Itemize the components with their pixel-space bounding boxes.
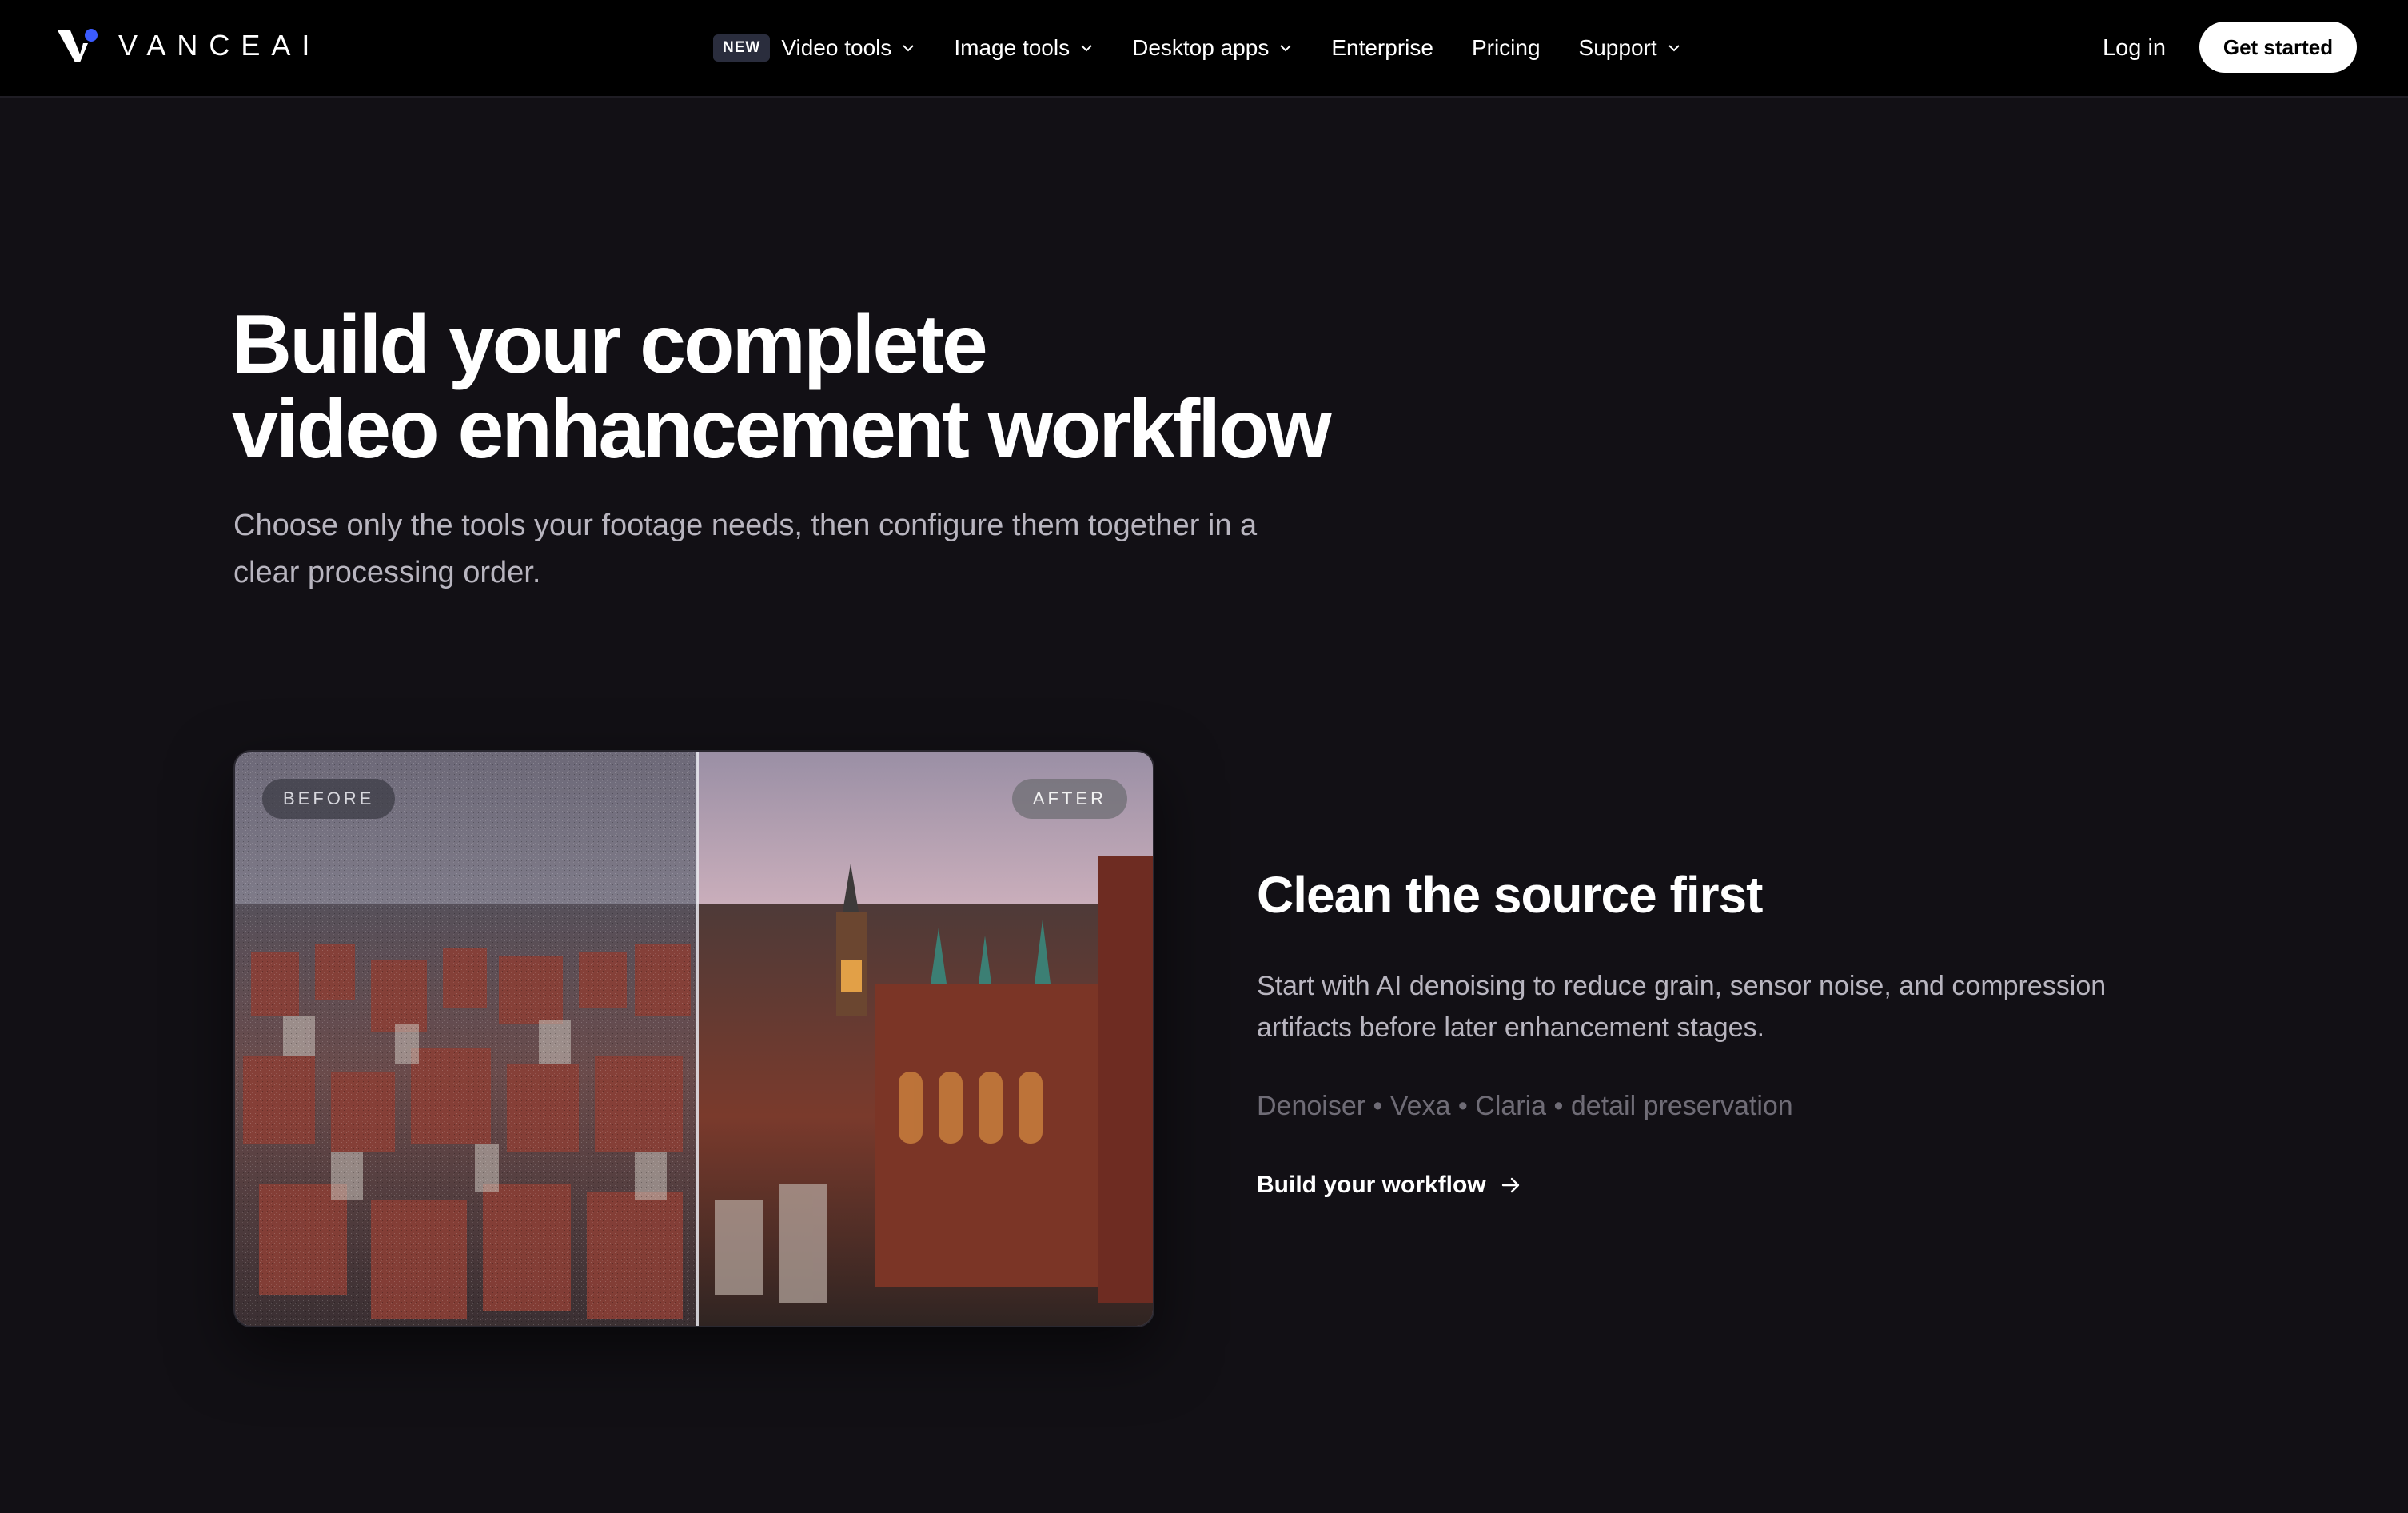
chevron-down-icon xyxy=(1280,45,1292,52)
build-workflow-link[interactable]: Build your workflow xyxy=(1257,1172,1521,1199)
top-navbar: VANCEAI NEW Video tools Image tools Desk… xyxy=(0,0,2408,98)
new-badge: NEW xyxy=(713,34,771,62)
chevron-down-icon xyxy=(903,45,915,52)
brand-name: VANCEAI xyxy=(118,29,321,62)
nav-item-label: Support xyxy=(1578,35,1657,60)
city-aerial-image xyxy=(235,752,1153,1326)
nav-item-video-tools[interactable]: NEW Video tools xyxy=(713,34,915,62)
main-menu: NEW Video tools Image tools Desktop apps… xyxy=(713,27,1681,69)
hero-subtitle: Choose only the tools your footage needs… xyxy=(233,509,1258,589)
after-badge: AFTER xyxy=(1011,779,1127,819)
page: VANCEAI NEW Video tools Image tools Desk… xyxy=(0,0,2408,1513)
nav-item-support[interactable]: Support xyxy=(1579,35,1681,61)
brand-logo[interactable]: VANCEAI xyxy=(56,27,321,64)
nav-item-label: Image tools xyxy=(954,35,1070,60)
nav-item-image-tools[interactable]: Image tools xyxy=(954,35,1094,61)
feature-title: Clean the source first xyxy=(1257,866,1763,924)
login-link[interactable]: Log in xyxy=(2103,30,2166,66)
chevron-down-icon xyxy=(1668,45,1680,52)
get-started-button[interactable]: Get started xyxy=(2199,22,2357,73)
nav-item-label: Pricing xyxy=(1471,35,1541,60)
hero-title-line-1: Build your complete xyxy=(232,298,988,391)
feature-description: Start with AI denoising to reduce grain,… xyxy=(1257,971,2107,1043)
chevron-down-icon xyxy=(1081,45,1092,52)
nav-item-desktop-apps[interactable]: Desktop apps xyxy=(1132,35,1293,61)
nav-item-enterprise[interactable]: Enterprise xyxy=(1331,35,1433,61)
vanceai-logo-icon xyxy=(56,27,101,64)
hero-title-line-2: video enhancement workflow xyxy=(232,383,1332,476)
arrow-right-icon xyxy=(1501,1177,1519,1193)
build-workflow-label: Build your workflow xyxy=(1257,1172,1486,1198)
feature-tags: Denoiser • Vexa • Claria • detail preser… xyxy=(1257,1091,1793,1121)
nav-item-label: Video tools xyxy=(781,35,892,60)
before-after-comparison[interactable]: BEFORE AFTER xyxy=(233,750,1154,1327)
before-badge: BEFORE xyxy=(262,779,396,819)
nav-item-pricing[interactable]: Pricing xyxy=(1472,35,1541,61)
nav-item-label: Desktop apps xyxy=(1132,35,1270,60)
nav-item-label: Enterprise xyxy=(1331,35,1433,60)
hero-title: Build your complete video enhancement wo… xyxy=(232,302,1431,472)
